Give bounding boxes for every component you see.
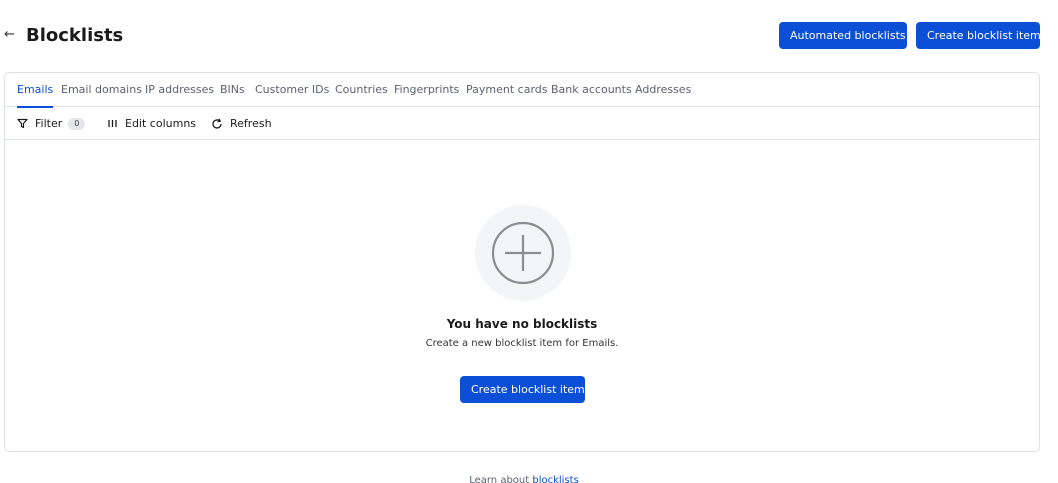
columns-icon: [108, 120, 117, 127]
empty-state-subtitle: Create a new blocklist item for Emails.: [425, 338, 619, 349]
tab-bins[interactable]: BINs: [220, 73, 245, 107]
tab-countries[interactable]: Countries: [335, 73, 388, 107]
tab-emails[interactable]: Emails: [17, 73, 54, 108]
tab-customer-ids[interactable]: Customer IDs: [255, 73, 329, 107]
footer-text: Learn about: [469, 475, 530, 483]
automated-blocklists-button[interactable]: Automated blocklists: [779, 22, 907, 49]
refresh-icon: [212, 118, 222, 129]
tab-bank-accounts[interactable]: Bank accounts: [551, 73, 632, 107]
plus-circle-icon: [475, 205, 571, 301]
table-toolbar: Filter 0 Edit columns Refresh: [5, 107, 1039, 140]
filter-count-badge: 0: [68, 117, 86, 130]
footer: Learn about blocklists: [0, 474, 1048, 483]
tab-fingerprints[interactable]: Fingerprints: [394, 73, 459, 107]
filter-icon: [17, 118, 28, 129]
blocklist-card: Emails Email domains IP addresses BINs C…: [4, 72, 1040, 452]
edit-columns-label: Edit columns: [125, 117, 197, 130]
refresh-label: Refresh: [230, 117, 272, 130]
empty-state: You have no blocklists Create a new bloc…: [5, 140, 1039, 451]
empty-state-title: You have no blocklists: [446, 317, 598, 331]
tab-bar: Emails Email domains IP addresses BINs C…: [5, 73, 1039, 108]
page-title: Blocklists: [26, 25, 124, 46]
tab-payment-cards[interactable]: Payment cards: [466, 73, 548, 107]
tab-ip-addresses[interactable]: IP addresses: [145, 73, 214, 107]
refresh-button[interactable]: Refresh: [211, 107, 272, 140]
page-header: ← Blocklists Automated blocklists Create…: [0, 0, 1058, 72]
create-blocklist-item-button[interactable]: Create blocklist item: [916, 22, 1041, 49]
arrow-left-icon[interactable]: ←: [4, 27, 18, 43]
filter-label: Filter: [35, 117, 63, 130]
tab-addresses[interactable]: Addresses: [635, 73, 691, 107]
tab-email-domains[interactable]: Email domains: [61, 73, 142, 107]
filter-button[interactable]: Filter 0: [17, 107, 86, 140]
edit-columns-button[interactable]: Edit columns: [107, 107, 196, 140]
learn-blocklists-link[interactable]: blocklists: [532, 475, 578, 483]
empty-create-blocklist-item-button[interactable]: Create blocklist item: [460, 376, 585, 403]
